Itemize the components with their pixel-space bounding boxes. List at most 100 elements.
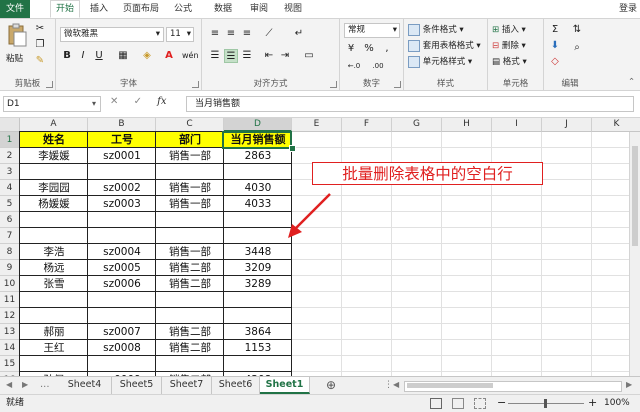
align-left-icon[interactable]: ☰	[208, 49, 222, 63]
table-cell[interactable]: 销售一部	[156, 180, 224, 196]
select-all-corner[interactable]	[0, 118, 20, 132]
format-as-table-button[interactable]: 套用表格格式 ▾	[408, 39, 481, 52]
sheet-tab[interactable]: Sheet1	[260, 377, 310, 394]
number-format-select[interactable]: 常规 ▾	[344, 23, 400, 38]
table-cell[interactable]	[20, 308, 88, 324]
table-cell[interactable]	[88, 308, 156, 324]
table-cell[interactable]: 销售二部	[156, 260, 224, 276]
ribbon-tab[interactable]: 公式	[168, 0, 198, 18]
table-cell[interactable]	[224, 356, 292, 372]
table-cell[interactable]	[88, 292, 156, 308]
align-right-icon[interactable]: ☰	[240, 49, 254, 63]
next-sheet-icon[interactable]: ▶	[22, 377, 28, 394]
ribbon-tab[interactable]: 插入	[84, 0, 114, 18]
phonetic-button[interactable]: wén	[182, 49, 199, 63]
table-cell[interactable]: 李园园	[20, 180, 88, 196]
column-header[interactable]: I	[492, 118, 542, 132]
fill-handle[interactable]	[289, 145, 296, 152]
table-cell[interactable]	[156, 228, 224, 244]
table-cell[interactable]	[20, 164, 88, 180]
table-cell[interactable]: sz0005	[88, 260, 156, 276]
column-header[interactable]: A	[20, 118, 88, 132]
align-center-icon[interactable]: ☰	[224, 49, 238, 63]
launcher-icon[interactable]	[330, 81, 337, 88]
horizontal-scrollbar[interactable]	[404, 381, 622, 392]
normal-view-icon[interactable]	[430, 398, 442, 409]
table-cell[interactable]	[20, 292, 88, 308]
formula-input[interactable]: 当月销售额	[186, 96, 634, 112]
percent-button[interactable]: %	[362, 42, 376, 56]
sheet-tab[interactable]: Sheet7	[162, 377, 212, 394]
prev-sheet-icon[interactable]: ◀	[6, 377, 12, 394]
row-header[interactable]: 2	[0, 148, 20, 164]
table-cell[interactable]: 2863	[224, 148, 292, 164]
orientation-icon[interactable]: ⟋	[262, 27, 276, 41]
ribbon-tab[interactable]: 数据	[208, 0, 238, 18]
ribbon-tab[interactable]: 审阅	[244, 0, 274, 18]
table-header-cell[interactable]: 工号	[88, 132, 156, 148]
table-cell[interactable]	[156, 308, 224, 324]
vertical-scrollbar[interactable]	[629, 132, 640, 376]
table-cell[interactable]: sz0006	[88, 276, 156, 292]
underline-button[interactable]: U	[92, 49, 106, 63]
table-cell[interactable]: 销售二部	[156, 340, 224, 356]
ribbon-tab[interactable]: 开始	[50, 0, 80, 18]
row-header[interactable]: 1	[0, 132, 20, 148]
table-cell[interactable]	[156, 356, 224, 372]
table-cell[interactable]	[224, 292, 292, 308]
name-box[interactable]: D1	[3, 96, 101, 112]
row-header[interactable]: 4	[0, 180, 20, 196]
column-header[interactable]: K	[592, 118, 640, 132]
sort-filter-icon[interactable]: ⇅	[570, 23, 584, 37]
row-header[interactable]: 3	[0, 164, 20, 180]
row-header[interactable]: 14	[0, 340, 20, 356]
page-break-view-icon[interactable]	[474, 398, 486, 409]
font-color-button[interactable]: A	[162, 49, 176, 63]
sheet-tab[interactable]: Sheet6	[212, 377, 260, 394]
table-cell[interactable]: 郝丽	[20, 324, 88, 340]
table-cell[interactable]: 销售二部	[156, 324, 224, 340]
copy-icon[interactable]: ❐	[33, 38, 47, 52]
table-cell[interactable]	[20, 228, 88, 244]
chevron-down-icon[interactable]: ▾	[92, 99, 96, 108]
comma-button[interactable]: ,	[380, 42, 394, 56]
zoom-level[interactable]: 100%	[604, 395, 630, 411]
table-cell[interactable]: 杨媛媛	[20, 196, 88, 212]
align-bottom-icon[interactable]: ≡	[240, 27, 254, 41]
table-cell[interactable]	[156, 212, 224, 228]
delete-cells-button[interactable]: ⊟ 删除 ▾	[492, 39, 526, 51]
row-header[interactable]: 8	[0, 244, 20, 260]
column-header[interactable]: F	[342, 118, 392, 132]
decrease-indent-icon[interactable]: ⇤	[262, 49, 276, 63]
login-link[interactable]: 登录	[619, 0, 637, 18]
table-cell[interactable]: 杨远	[20, 260, 88, 276]
table-cell[interactable]: sz0001	[88, 148, 156, 164]
cut-icon[interactable]: ✂	[33, 22, 47, 36]
fill-icon[interactable]: ⬇	[548, 39, 562, 53]
row-header[interactable]: 13	[0, 324, 20, 340]
cancel-icon[interactable]: ✕	[110, 96, 118, 107]
border-icon[interactable]: ▦	[116, 49, 130, 63]
row-header[interactable]: 12	[0, 308, 20, 324]
paste-button[interactable]	[6, 23, 28, 52]
scroll-right-icon[interactable]: ▶	[626, 377, 632, 394]
merge-center-icon[interactable]: ▭	[302, 49, 316, 63]
table-header-cell[interactable]: 当月销售额	[224, 132, 292, 148]
row-header[interactable]: 5	[0, 196, 20, 212]
table-cell[interactable]: 销售一部	[156, 148, 224, 164]
table-cell[interactable]: 3209	[224, 260, 292, 276]
row-header[interactable]: 15	[0, 356, 20, 372]
collapse-ribbon-icon[interactable]: ⌃	[628, 77, 635, 87]
file-tab[interactable]: 文件	[0, 0, 30, 18]
table-header-cell[interactable]: 部门	[156, 132, 224, 148]
font-size-select[interactable]: 11 ▾	[166, 27, 194, 42]
increase-decimal-button[interactable]: ←.0	[344, 59, 364, 73]
page-layout-view-icon[interactable]	[452, 398, 464, 409]
table-cell[interactable]: 王红	[20, 340, 88, 356]
launcher-icon[interactable]	[192, 81, 199, 88]
sheet-ellipsis[interactable]: ...	[40, 377, 50, 394]
enter-icon[interactable]: ✓	[134, 96, 142, 107]
table-cell[interactable]: 张雪	[20, 276, 88, 292]
autosum-button[interactable]: Σ	[548, 23, 562, 37]
table-cell[interactable]	[156, 292, 224, 308]
